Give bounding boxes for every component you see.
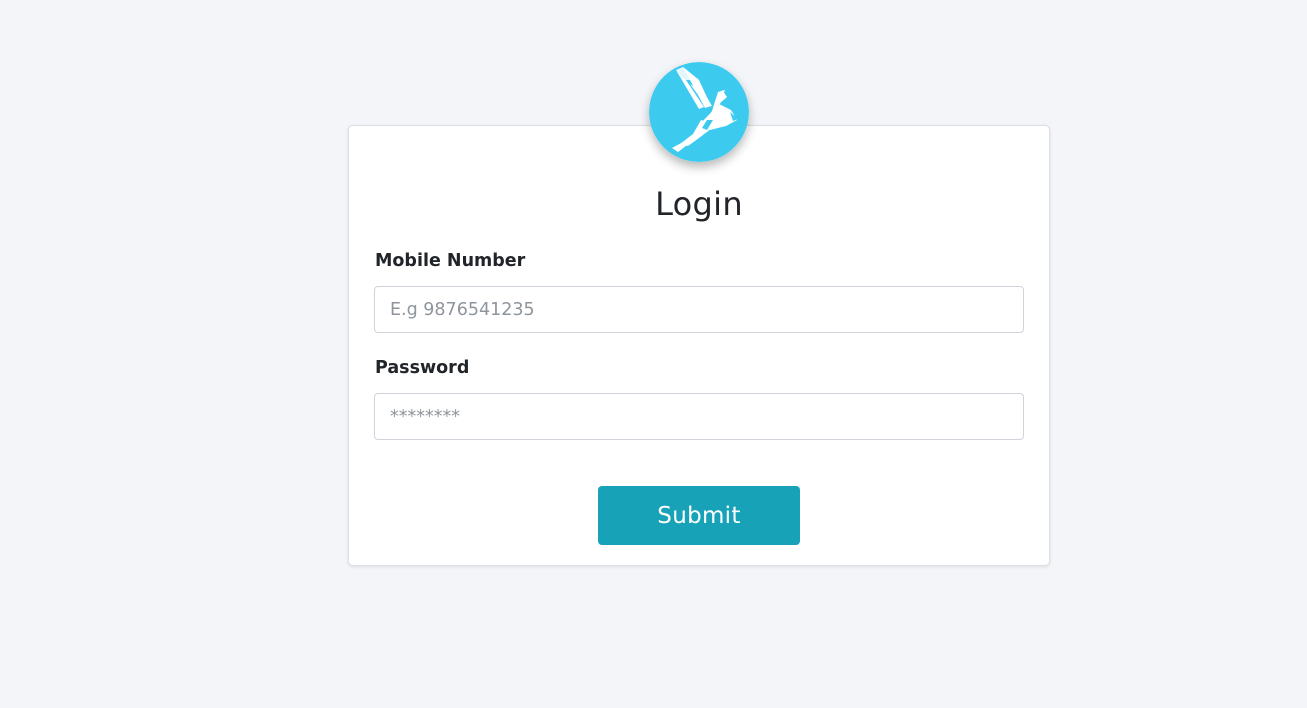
eagle-logo-icon [649, 62, 749, 162]
password-input[interactable] [374, 393, 1024, 440]
login-card: Login Mobile Number Password Submit [348, 125, 1050, 566]
page-title: Login [655, 185, 743, 223]
password-label: Password [375, 358, 470, 378]
submit-button[interactable]: Submit [598, 486, 800, 545]
mobile-number-label: Mobile Number [375, 251, 526, 271]
mobile-number-input[interactable] [374, 286, 1024, 333]
